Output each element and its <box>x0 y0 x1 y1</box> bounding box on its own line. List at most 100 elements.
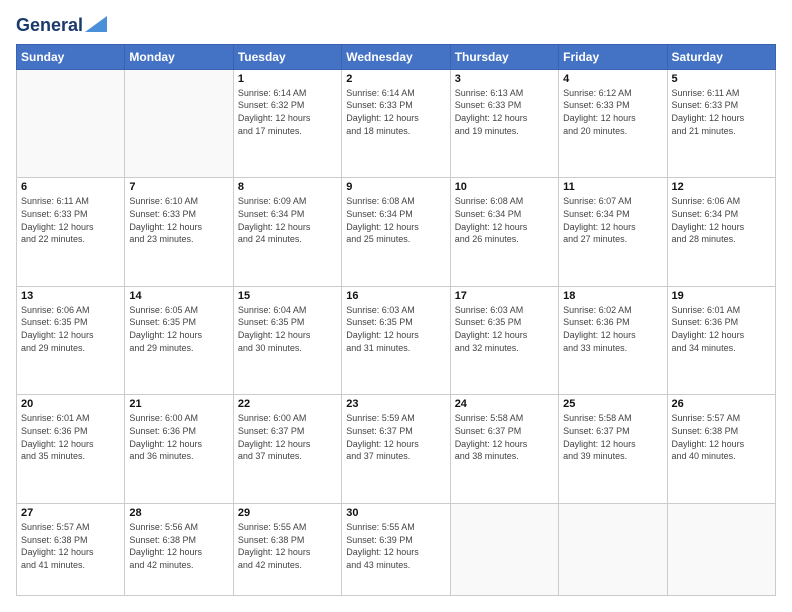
day-info: Sunrise: 6:00 AMSunset: 6:37 PMDaylight:… <box>238 412 337 462</box>
week-row-2: 6 Sunrise: 6:11 AMSunset: 6:33 PMDaylight… <box>17 178 776 287</box>
day-number: 13 <box>21 290 120 302</box>
day-info: Sunrise: 5:58 AMSunset: 6:37 PMDaylight:… <box>455 412 554 462</box>
day-info: Sunrise: 5:58 AMSunset: 6:37 PMDaylight:… <box>563 412 662 462</box>
day-number: 6 <box>21 181 120 193</box>
calendar-cell: 2 Sunrise: 6:14 AMSunset: 6:33 PMDaylight… <box>342 69 450 178</box>
day-number: 22 <box>238 398 337 410</box>
day-number: 15 <box>238 290 337 302</box>
page-header: General <box>16 16 776 34</box>
calendar-cell: 27Sunrise: 5:57 AMSunset: 6:38 PMDayligh… <box>17 503 125 595</box>
day-number: 20 <box>21 398 120 410</box>
day-info: Sunrise: 6:00 AMSunset: 6:36 PMDaylight:… <box>129 412 228 462</box>
day-info: Sunrise: 6:03 AMSunset: 6:35 PMDaylight:… <box>455 304 554 354</box>
day-number: 25 <box>563 398 662 410</box>
day-info: Sunrise: 5:57 AMSunset: 6:38 PMDaylight:… <box>672 412 771 462</box>
calendar-cell: 1 Sunrise: 6:14 AMSunset: 6:32 PMDaylight… <box>233 69 341 178</box>
week-row-1: 1 Sunrise: 6:14 AMSunset: 6:32 PMDaylight… <box>17 69 776 178</box>
day-info: Sunrise: 6:05 AMSunset: 6:35 PMDaylight:… <box>129 304 228 354</box>
weekday-header-tuesday: Tuesday <box>233 44 341 69</box>
day-info: Sunrise: 6:11 AMSunset: 6:33 PMDaylight:… <box>672 87 771 137</box>
weekday-header-wednesday: Wednesday <box>342 44 450 69</box>
day-info: Sunrise: 6:08 AMSunset: 6:34 PMDaylight:… <box>455 195 554 245</box>
logo: General <box>16 16 107 34</box>
day-number: 21 <box>129 398 228 410</box>
calendar-cell <box>17 69 125 178</box>
weekday-header-monday: Monday <box>125 44 233 69</box>
calendar-cell: 26 Sunrise: 5:57 AMSunset: 6:38 PMDayligh… <box>667 395 775 504</box>
day-info: Sunrise: 6:04 AMSunset: 6:35 PMDaylight:… <box>238 304 337 354</box>
calendar-cell: 23 Sunrise: 5:59 AMSunset: 6:37 PMDayligh… <box>342 395 450 504</box>
calendar-cell: 11 Sunrise: 6:07 AMSunset: 6:34 PMDayligh… <box>559 178 667 287</box>
day-info: Sunrise: 6:06 AMSunset: 6:34 PMDaylight:… <box>672 195 771 245</box>
day-number: 12 <box>672 181 771 193</box>
calendar-cell: 25 Sunrise: 5:58 AMSunset: 6:37 PMDayligh… <box>559 395 667 504</box>
day-info: Sunrise: 6:11 AMSunset: 6:33 PMDaylight:… <box>21 195 120 245</box>
calendar-cell: 21 Sunrise: 6:00 AMSunset: 6:36 PMDayligh… <box>125 395 233 504</box>
calendar-cell <box>125 69 233 178</box>
day-number: 16 <box>346 290 445 302</box>
week-row-5: 27Sunrise: 5:57 AMSunset: 6:38 PMDayligh… <box>17 503 776 595</box>
calendar-cell: 13 Sunrise: 6:06 AMSunset: 6:35 PMDayligh… <box>17 286 125 395</box>
calendar-cell: 12 Sunrise: 6:06 AMSunset: 6:34 PMDayligh… <box>667 178 775 287</box>
calendar-table: SundayMondayTuesdayWednesdayThursdayFrid… <box>16 44 776 596</box>
day-number: 19 <box>672 290 771 302</box>
day-info: Sunrise: 6:06 AMSunset: 6:35 PMDaylight:… <box>21 304 120 354</box>
day-info: Sunrise: 6:12 AMSunset: 6:33 PMDaylight:… <box>563 87 662 137</box>
calendar-cell: 17Sunrise: 6:03 AMSunset: 6:35 PMDayligh… <box>450 286 558 395</box>
day-info: Sunrise: 5:55 AMSunset: 6:39 PMDaylight:… <box>346 521 445 571</box>
calendar-cell <box>667 503 775 595</box>
weekday-header-friday: Friday <box>559 44 667 69</box>
logo-icon <box>85 16 107 32</box>
calendar-cell: 18Sunrise: 6:02 AMSunset: 6:36 PMDayligh… <box>559 286 667 395</box>
day-info: Sunrise: 6:10 AMSunset: 6:33 PMDaylight:… <box>129 195 228 245</box>
calendar-cell: 4 Sunrise: 6:12 AMSunset: 6:33 PMDaylight… <box>559 69 667 178</box>
calendar-cell: 29Sunrise: 5:55 AMSunset: 6:38 PMDayligh… <box>233 503 341 595</box>
day-number: 3 <box>455 73 554 85</box>
day-info: Sunrise: 6:07 AMSunset: 6:34 PMDaylight:… <box>563 195 662 245</box>
calendar-cell: 30 Sunrise: 5:55 AMSunset: 6:39 PMDayligh… <box>342 503 450 595</box>
logo-text: General <box>16 16 83 36</box>
day-number: 14 <box>129 290 228 302</box>
day-info: Sunrise: 6:09 AMSunset: 6:34 PMDaylight:… <box>238 195 337 245</box>
weekday-header-row: SundayMondayTuesdayWednesdayThursdayFrid… <box>17 44 776 69</box>
calendar-cell: 28 Sunrise: 5:56 AMSunset: 6:38 PMDayligh… <box>125 503 233 595</box>
day-number: 29 <box>238 507 337 519</box>
day-number: 18 <box>563 290 662 302</box>
calendar-cell: 9 Sunrise: 6:08 AMSunset: 6:34 PMDaylight… <box>342 178 450 287</box>
calendar-cell: 22 Sunrise: 6:00 AMSunset: 6:37 PMDayligh… <box>233 395 341 504</box>
day-info: Sunrise: 5:59 AMSunset: 6:37 PMDaylight:… <box>346 412 445 462</box>
week-row-4: 20Sunrise: 6:01 AMSunset: 6:36 PMDayligh… <box>17 395 776 504</box>
day-number: 23 <box>346 398 445 410</box>
day-number: 2 <box>346 73 445 85</box>
weekday-header-sunday: Sunday <box>17 44 125 69</box>
day-info: Sunrise: 5:57 AMSunset: 6:38 PMDaylight:… <box>21 521 120 571</box>
day-info: Sunrise: 6:03 AMSunset: 6:35 PMDaylight:… <box>346 304 445 354</box>
day-number: 9 <box>346 181 445 193</box>
calendar-cell: 20Sunrise: 6:01 AMSunset: 6:36 PMDayligh… <box>17 395 125 504</box>
calendar-cell <box>559 503 667 595</box>
calendar-cell: 7 Sunrise: 6:10 AMSunset: 6:33 PMDaylight… <box>125 178 233 287</box>
day-number: 8 <box>238 181 337 193</box>
calendar-cell: 6 Sunrise: 6:11 AMSunset: 6:33 PMDaylight… <box>17 178 125 287</box>
calendar-cell: 16 Sunrise: 6:03 AMSunset: 6:35 PMDayligh… <box>342 286 450 395</box>
day-number: 28 <box>129 507 228 519</box>
weekday-header-thursday: Thursday <box>450 44 558 69</box>
day-number: 10 <box>455 181 554 193</box>
day-info: Sunrise: 6:01 AMSunset: 6:36 PMDaylight:… <box>672 304 771 354</box>
calendar-cell: 8 Sunrise: 6:09 AMSunset: 6:34 PMDaylight… <box>233 178 341 287</box>
calendar-cell: 14 Sunrise: 6:05 AMSunset: 6:35 PMDayligh… <box>125 286 233 395</box>
day-number: 26 <box>672 398 771 410</box>
day-number: 11 <box>563 181 662 193</box>
day-info: Sunrise: 6:08 AMSunset: 6:34 PMDaylight:… <box>346 195 445 245</box>
day-number: 7 <box>129 181 228 193</box>
day-info: Sunrise: 6:13 AMSunset: 6:33 PMDaylight:… <box>455 87 554 137</box>
day-info: Sunrise: 5:56 AMSunset: 6:38 PMDaylight:… <box>129 521 228 571</box>
day-number: 30 <box>346 507 445 519</box>
calendar-cell <box>450 503 558 595</box>
day-number: 1 <box>238 73 337 85</box>
calendar-cell: 5Sunrise: 6:11 AMSunset: 6:33 PMDaylight… <box>667 69 775 178</box>
calendar-cell: 15 Sunrise: 6:04 AMSunset: 6:35 PMDayligh… <box>233 286 341 395</box>
day-info: Sunrise: 6:14 AMSunset: 6:32 PMDaylight:… <box>238 87 337 137</box>
day-number: 4 <box>563 73 662 85</box>
day-info: Sunrise: 6:14 AMSunset: 6:33 PMDaylight:… <box>346 87 445 137</box>
